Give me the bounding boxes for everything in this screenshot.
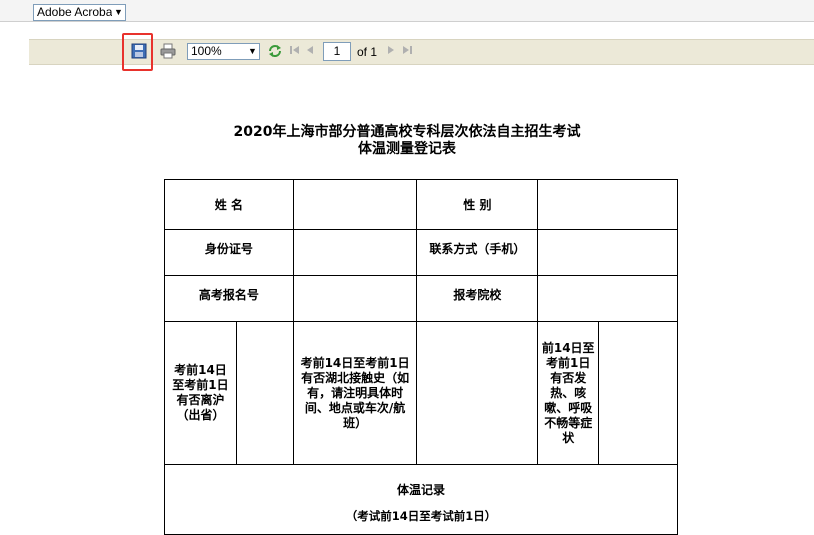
college-value-cell[interactable] [537,275,678,322]
refresh-icon[interactable] [267,43,283,59]
page-count-label: of 1 [357,45,378,59]
first-page-icon[interactable] [289,44,301,60]
contact-value-cell[interactable] [537,229,678,276]
id-number-value-cell[interactable] [292,229,418,276]
renderer-select[interactable]: Adobe Acroba ▼ [33,4,126,21]
name-value-cell[interactable] [292,179,418,230]
contact-label: 联系方式（手机） [416,229,539,276]
registration-form-table: 姓 名 性 别 身份证号 联系方式（手机） 高考报名号 报考院校 考前14日至考… [164,179,678,535]
symptoms-label: 前14日至考前1日有否发热、咳嗽、呼吸不畅等症状 [537,321,600,465]
hubei-contact-value-cell[interactable] [416,321,539,465]
zoom-select-value: 100% [191,44,222,58]
hubei-contact-label: 考前14日至考前1日有否湖北接触史（如有，请注明具体时间、地点或车次/航班） [292,321,418,465]
gender-value-cell[interactable] [537,179,678,230]
left-shanghai-label: 考前14日至考前1日有否离沪（出省） [164,321,237,465]
temperature-record-label: 体温记录 [396,483,445,497]
previous-page-icon[interactable] [305,44,315,60]
page-number-input[interactable]: 1 [323,42,351,61]
temperature-record-header: 体温记录 （考试前14日至考试前1日） [164,464,678,535]
document-subtitle: 体温测量登记表 [358,141,456,157]
name-label: 姓 名 [164,179,294,230]
document-title: 2020年上海市部分普通高校专科层次依法自主招生考试 [233,124,581,140]
next-page-icon[interactable] [386,44,396,60]
left-shanghai-value-cell[interactable] [235,321,294,465]
temperature-record-subtitle: （考试前14日至考试前1日） [345,509,497,523]
exam-number-label: 高考报名号 [164,275,294,322]
chevron-down-icon: ▼ [112,5,125,20]
last-page-icon[interactable] [401,44,413,60]
print-icon[interactable] [160,43,176,59]
zoom-select[interactable]: 100% ▼ [187,43,260,60]
renderer-select-value: Adobe Acroba [37,5,113,19]
save-button-highlight [122,33,153,71]
symptoms-value-cell[interactable] [598,321,678,465]
chevron-down-icon: ▼ [246,44,259,59]
exam-number-value-cell[interactable] [292,275,418,322]
id-number-label: 身份证号 [164,229,294,276]
college-label: 报考院校 [416,275,539,322]
gender-label: 性 别 [416,179,539,230]
